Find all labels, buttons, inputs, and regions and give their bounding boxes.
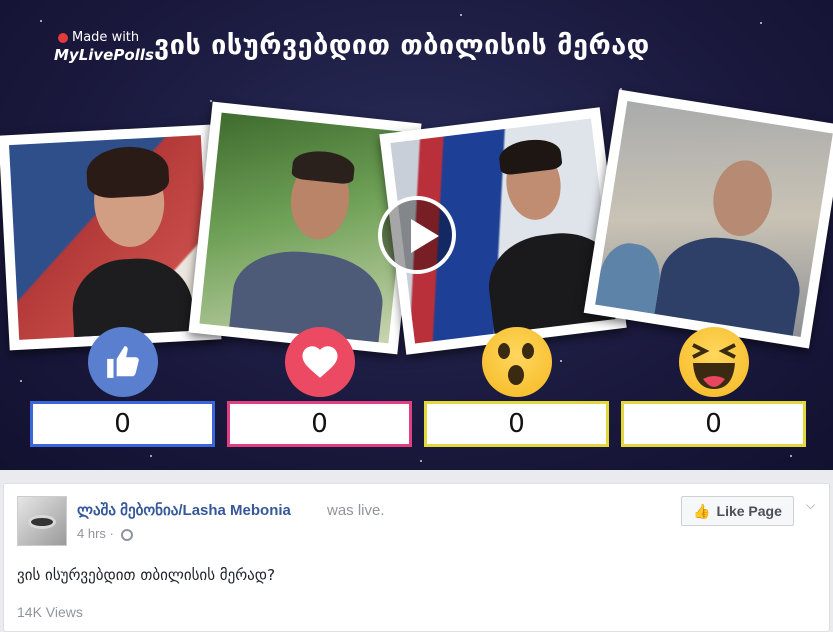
heart-icon: [285, 327, 355, 397]
like-page-label: Like Page: [716, 503, 782, 519]
wow-face-icon: [482, 327, 552, 397]
chevron-down-icon[interactable]: ⌵: [806, 498, 818, 512]
haha-face-icon: [679, 327, 749, 397]
live-video-player[interactable]: Made with MyLivePolls ვის ისურვებდით თბი…: [0, 0, 833, 470]
like-page-button[interactable]: 👍 Like Page: [681, 496, 794, 526]
page-name-link[interactable]: ლაშა მებონია/Lasha Mebonia: [77, 501, 291, 519]
view-count: 14K Views: [17, 604, 83, 620]
wow-count: 0: [424, 401, 609, 447]
post-text: ვის ისურვებდით თბილისის მერად?: [17, 566, 276, 584]
thumb-up-icon: 👍: [693, 502, 711, 519]
post-timestamp[interactable]: 4 hrs ·: [77, 526, 114, 541]
post-status: was live.: [327, 502, 385, 519]
post-card: ლაშა მებონია/Lasha Mebonia was live. 4 h…: [3, 483, 830, 632]
poll-title: ვის ისურვებდით თბილისის მერად: [154, 30, 650, 61]
globe-icon: [121, 529, 133, 541]
watermark-line2: MyLivePolls: [54, 46, 154, 64]
love-count: 0: [227, 401, 412, 447]
like-thumb-icon: [88, 327, 158, 397]
play-button[interactable]: [378, 196, 456, 274]
avatar[interactable]: [17, 496, 67, 546]
record-dot-icon: [58, 33, 68, 43]
candidate-photo-4: [583, 89, 833, 349]
watermark-line1: Made with: [72, 30, 140, 45]
like-count: 0: [30, 401, 215, 447]
haha-count: 0: [621, 401, 806, 447]
candidate-photo-1: [0, 124, 222, 351]
mylivepolls-watermark: Made with MyLivePolls: [54, 30, 154, 68]
